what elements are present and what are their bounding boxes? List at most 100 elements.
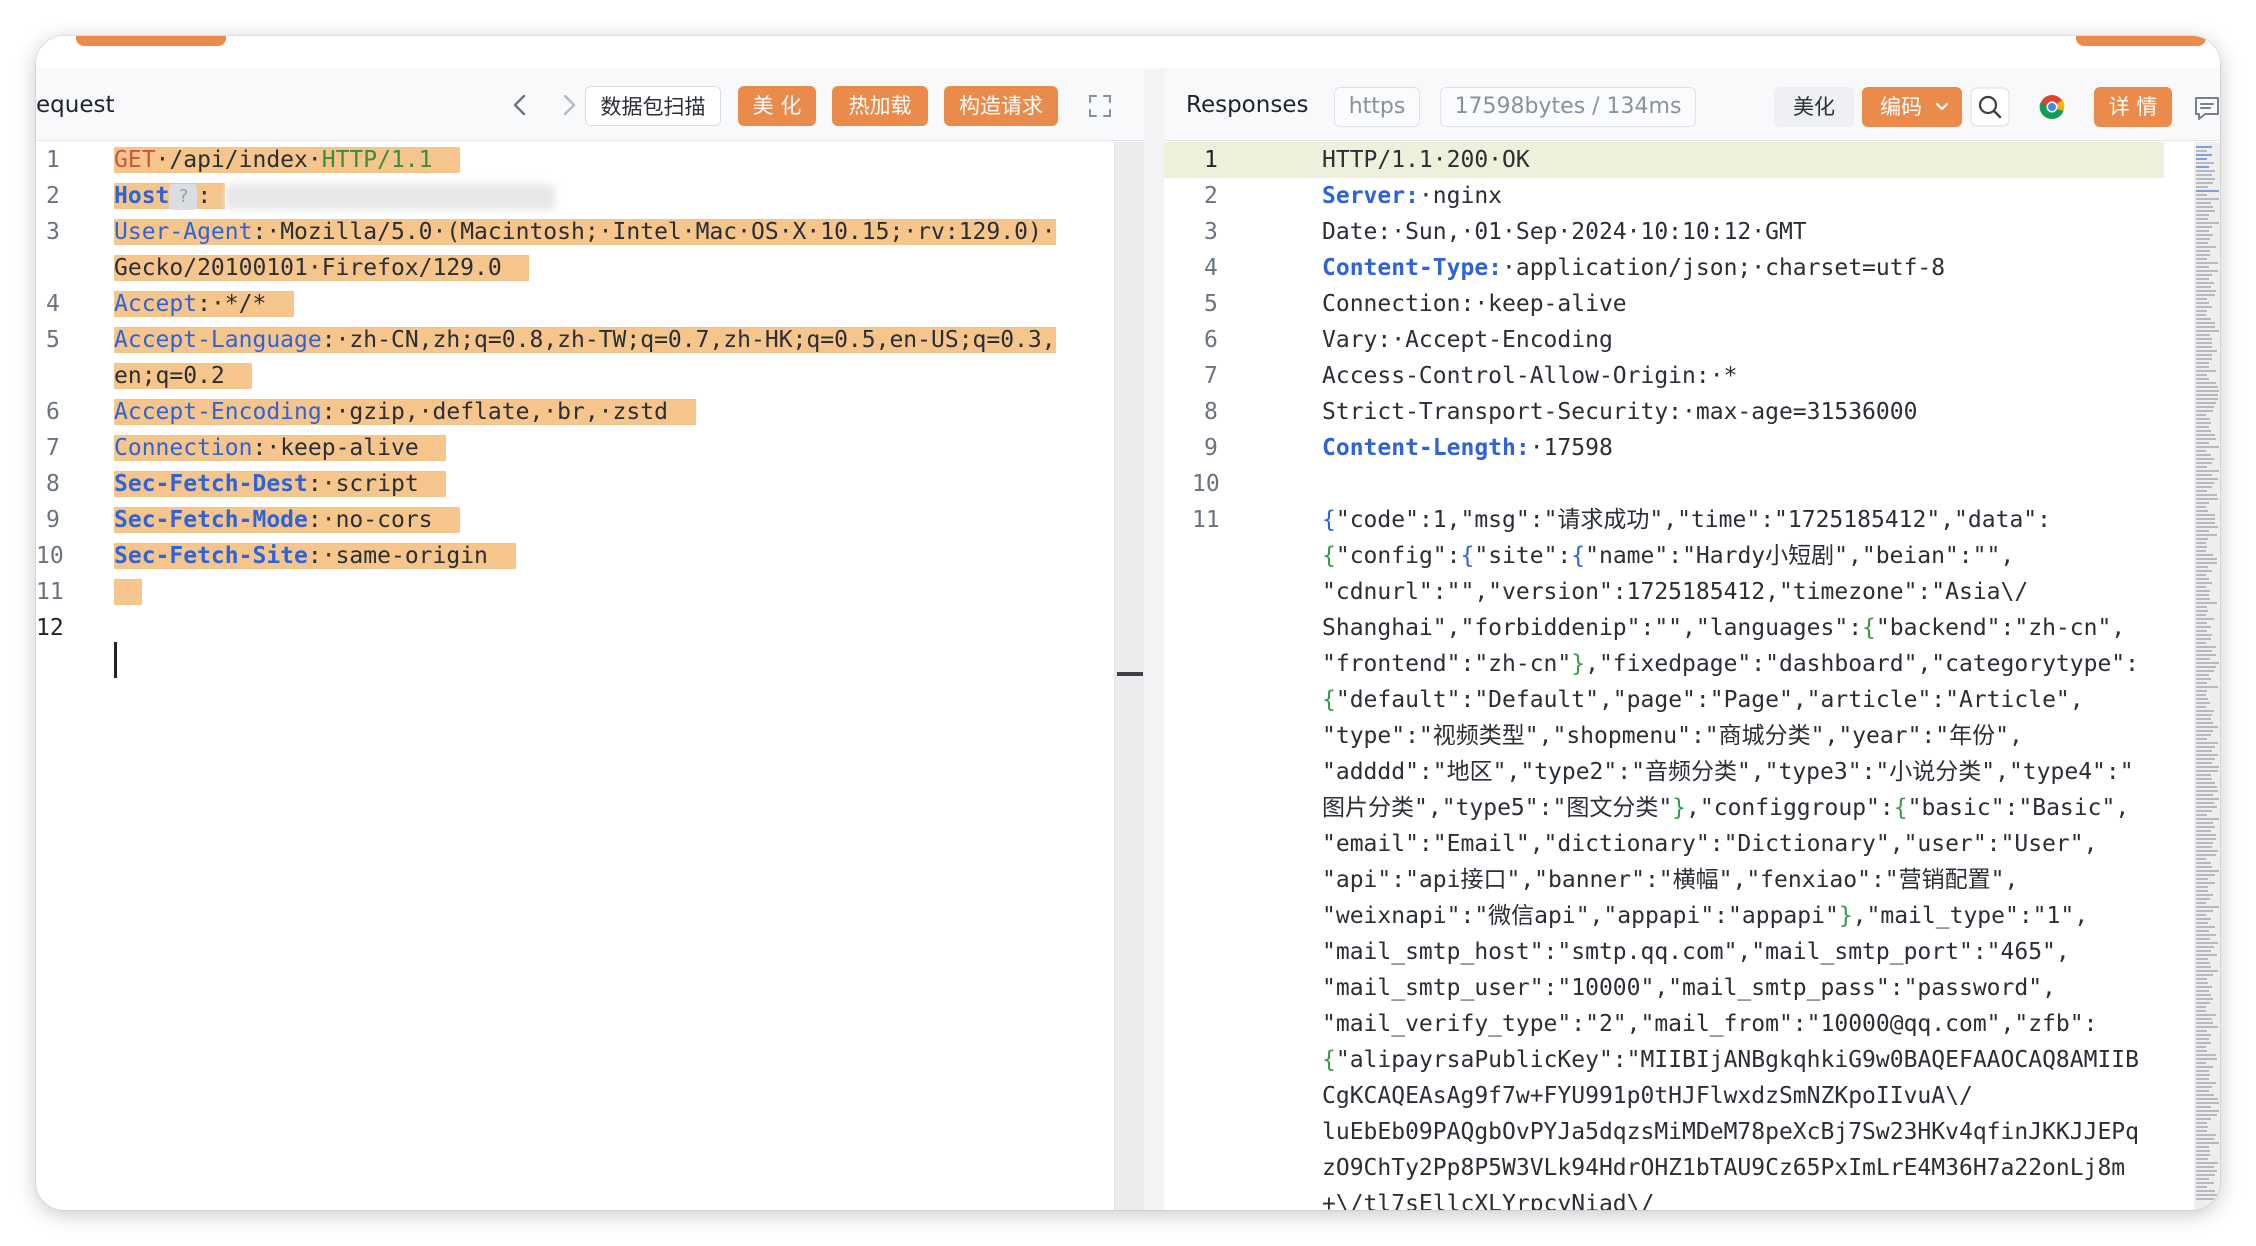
json-body-line: "mail_verify_type":"2","mail_from":"1000… [1322,1011,2098,1037]
line-number: 3 [1204,219,1218,245]
minimap-line [2196,450,2206,452]
active-tab-indicator [76,36,226,46]
active-line-highlight [1164,142,2164,178]
http-protocol: HTTP/1.1 [321,147,433,173]
minimap-line [2196,402,2216,404]
minimap-line [2196,1010,2206,1012]
minimap-line [2196,434,2215,436]
colon: : [197,291,211,317]
details-button[interactable]: 详 情 [2094,87,2172,127]
header-cors: Access-Control-Allow-Origin:·* [1322,363,1738,389]
minimap-line [2196,654,2216,656]
chevron-down-icon [1935,102,1949,111]
minimap-line [2196,438,2216,440]
minimap-line [2196,1014,2216,1016]
json-body-line: luEbEb09PAQgbOvPYJa5dqzsMiMDeM78peXcBj7S… [1322,1119,2139,1145]
minimap-line [2196,542,2206,544]
expand-icon[interactable] [1084,90,1116,122]
minimap-line [2196,250,2210,252]
json-body-line: Shanghai","forbiddenip":"","languages":{… [1322,610,2125,646]
minimap-line [2196,382,2216,384]
redacted-host [225,183,556,210]
minimap-line [2196,546,2207,548]
minimap-line [2196,878,2208,880]
minimap-line [2196,214,2209,216]
minimap-line [2196,350,2217,352]
minimap-line [2196,842,2213,844]
header-sec-fetch-dest: Sec-Fetch-Dest:·script [114,466,447,502]
hot-reload-button[interactable]: 热加载 [832,86,928,126]
beautify-button[interactable]: 美 化 [738,86,816,126]
minimap-line [2196,786,2217,788]
json-body-line: {"default":"Default","page":"Page","arti… [1322,682,2084,718]
minimap-line [2196,886,2208,888]
header-value: ·nginx [1418,183,1503,209]
minimap-line [2196,1146,2209,1148]
minimap-line [2196,1026,2218,1028]
minimap-line [2196,902,2206,904]
header-key: User-Agent [114,219,253,245]
minimap-line [2196,694,2206,696]
encoding-dropdown[interactable]: 编码 [1862,87,1962,127]
minimap-line [2196,994,2211,996]
minimap-line [2196,1178,2209,1180]
minimap-line [2196,1074,2210,1076]
code-minimap[interactable] [2194,142,2220,1210]
minimap-line [2196,1034,2211,1036]
minimap-line [2196,346,2212,348]
chrome-icon[interactable] [2032,87,2072,127]
line-number: 5 [1204,291,1218,317]
minimap-line [2196,778,2212,780]
line-number: 9 [1204,435,1218,461]
colon: : [321,399,336,425]
minimap-line [2196,1142,2219,1144]
minimap-line [2196,626,2211,628]
minimap-line [2196,294,2215,296]
json-text: "site": [1474,543,1572,569]
minimap-line [2196,414,2206,416]
minimap-line [2196,802,2214,804]
minimap-line [2196,1002,2210,1004]
minimap-line [2196,934,2216,936]
json-text: ,"configgroup": [1686,795,1894,821]
comment-icon[interactable] [2186,87,2220,127]
minimap-line [2196,290,2216,292]
response-beautify-button[interactable]: 美化 [1774,87,1854,127]
minimap-line [2196,550,2206,552]
header-content-type: Content-Type:·application/json;·charset=… [1322,250,1945,286]
json-text: "default":"Default","page":"Page","artic… [1335,687,2084,713]
request-scrollbar[interactable] [1114,142,1145,1210]
minimap-line [2196,1174,2215,1176]
header-value: ·script [321,471,419,497]
colon: : [252,219,267,245]
json-brace: { [1322,687,1336,713]
minimap-line [2196,986,2212,988]
minimap-line [2196,238,2210,240]
build-request-button[interactable]: 构造请求 [944,86,1058,126]
minimap-line [2196,178,2215,180]
minimap-line [2196,1022,2213,1024]
minimap-line [2196,750,2212,752]
minimap-line [2196,598,2210,600]
minimap-line [2196,622,2207,624]
minimap-line [2196,466,2207,468]
minimap-line [2196,850,2218,852]
line-number: 4 [46,291,60,317]
json-body-line: "type":"视频类型","shopmenu":"商城分类","year":"… [1322,723,2023,749]
minimap-line [2196,818,2219,820]
header-value: ·application/json;·charset=utf-8 [1502,255,1946,281]
json-body-line: {"code":1,"msg":"请求成功","time":"172518541… [1322,502,2051,538]
json-brace: { [1893,795,1908,821]
minimap-line [2196,922,2208,924]
packet-scan-button[interactable]: 数据包扫描 [585,86,721,126]
minimap-line [2196,1090,2209,1092]
panel-divider[interactable] [1144,70,1164,1210]
chevron-right-icon[interactable] [550,86,586,124]
minimap-line [2196,1042,2211,1044]
scrollbar-thumb[interactable] [1117,672,1143,676]
chevron-left-icon[interactable] [503,86,539,124]
minimap-line [2196,486,2212,488]
search-icon[interactable] [1970,87,2010,127]
minimap-line [2196,1130,2207,1132]
minimap-line [2196,590,2210,592]
